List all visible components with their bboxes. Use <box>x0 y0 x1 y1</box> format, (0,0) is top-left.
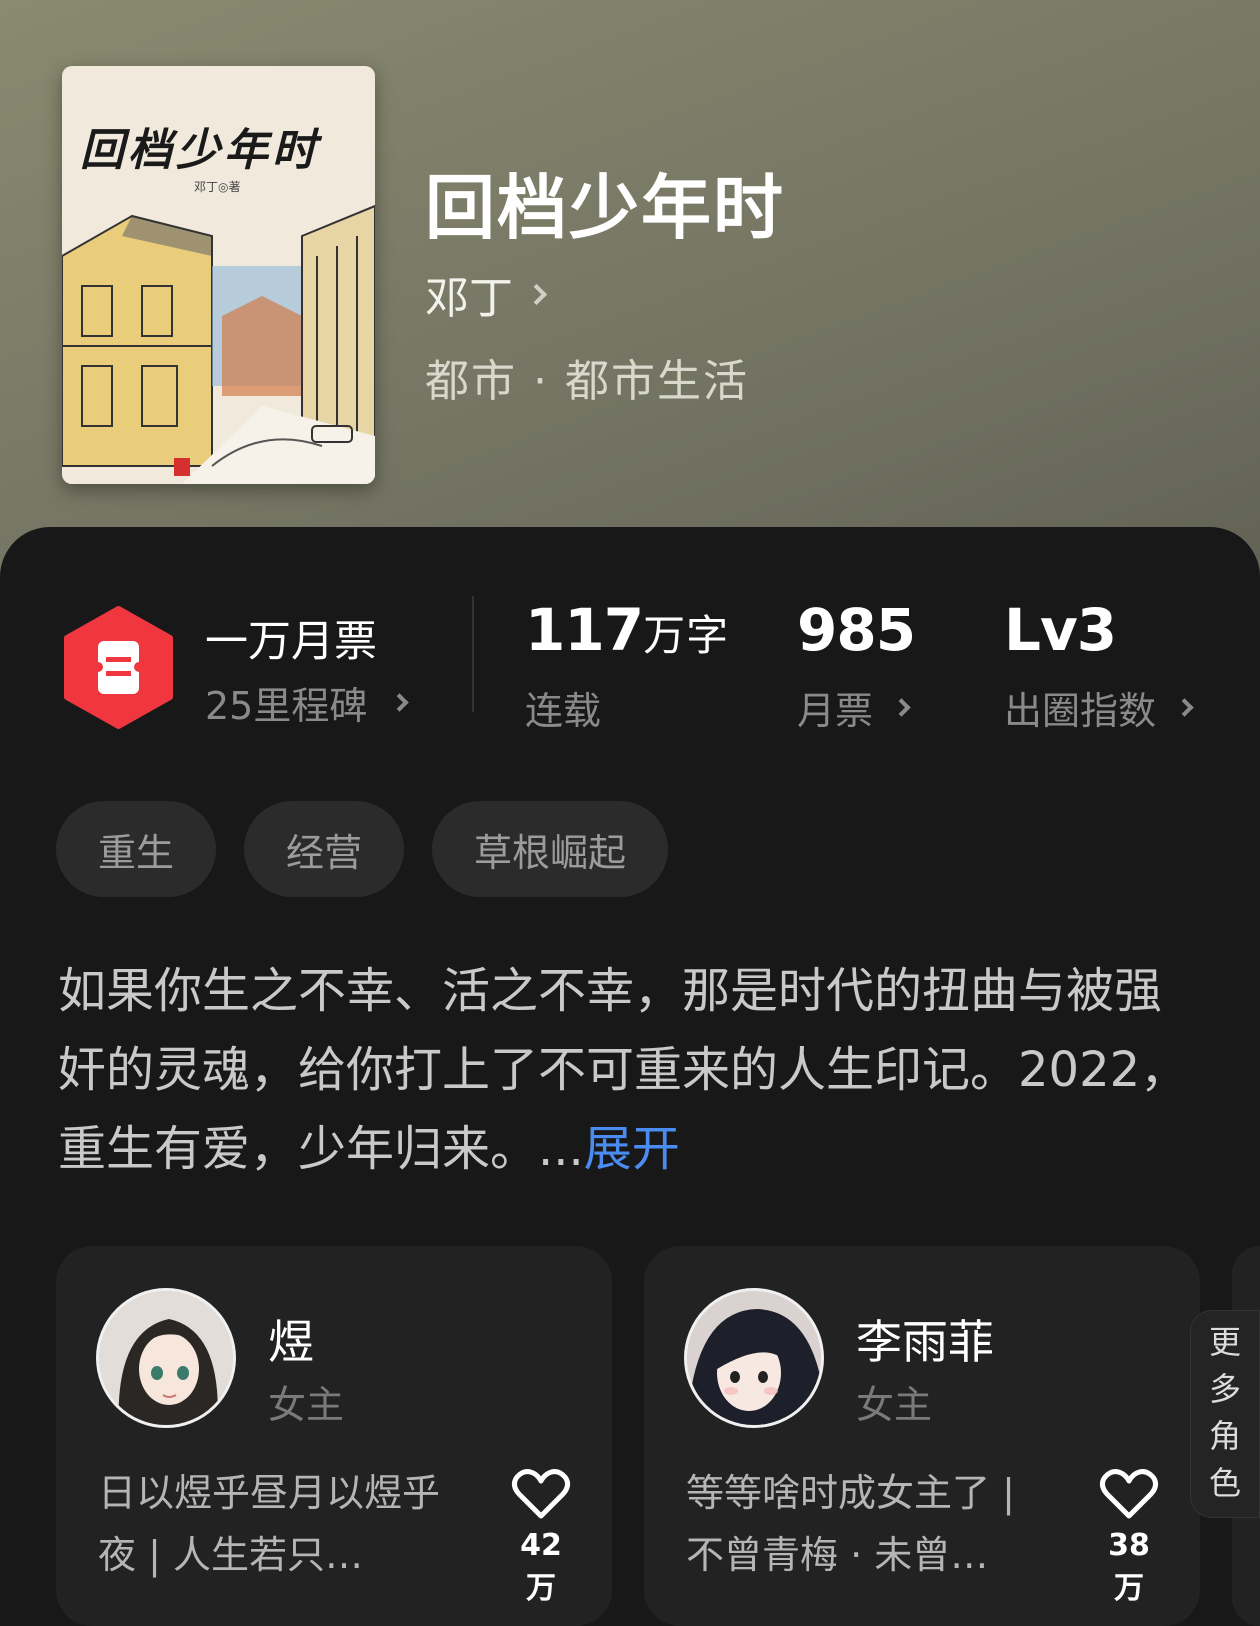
character-avatar <box>684 1288 824 1428</box>
heart-icon <box>511 1469 571 1519</box>
character-card[interactable]: 李雨菲 女主 等等啥时成女主了 | 不曾青梅 · 未曾… 38万 <box>644 1246 1200 1626</box>
like-count: 38万 <box>1108 1528 1150 1606</box>
character-description: 等等啥时成女主了 | 不曾青梅 · 未曾… <box>686 1471 1015 1577</box>
character-card[interactable]: 煜 女主 日以煜乎昼月以煜乎夜 | 人生若只… 42万 <box>56 1246 612 1626</box>
monthly-tickets-link[interactable]: 月票 <box>797 680 911 735</box>
more-characters-label: 更多角色 <box>1208 1323 1241 1502</box>
chevron-right-icon <box>525 283 548 305</box>
more-characters-button[interactable]: 更多角色 <box>1190 1310 1260 1518</box>
book-genre[interactable]: 都市 · 都市生活 <box>425 345 749 409</box>
author-name: 邓丁 <box>425 273 513 324</box>
popularity-level-value: Lv3 <box>1004 596 1117 664</box>
book-detail-page: 回档少年时 邓丁◎著 回档少年时 邓丁 都市 · 都市生活 一万月票 25里程碑… <box>0 0 1260 1626</box>
heart-icon <box>1099 1469 1159 1519</box>
character-role: 女主 <box>268 1383 345 1427</box>
milestone-link[interactable]: 25里程碑 <box>205 675 410 730</box>
monthly-tickets-label: 月票 <box>797 689 874 733</box>
cover-title: 回档少年时 <box>80 125 320 176</box>
synopsis[interactable]: 如果你生之不幸、活之不幸，那是时代的扭曲与被强奸的灵魂，给你打上了不可重来的人生… <box>58 952 1208 1189</box>
popularity-index-label: 出圈指数 <box>1004 689 1157 733</box>
chevron-right-icon <box>892 698 911 717</box>
like-button[interactable]: 42万 <box>506 1468 576 1607</box>
tag-chip[interactable]: 草根崛起 <box>432 801 669 897</box>
character-role: 女主 <box>856 1383 933 1427</box>
character-avatar <box>96 1288 236 1428</box>
word-count: 117万字 <box>525 596 729 664</box>
milestone-subtitle: 25里程碑 <box>205 684 368 728</box>
book-cover[interactable]: 回档少年时 邓丁◎著 <box>62 66 375 484</box>
word-count-value: 117 <box>525 596 644 664</box>
author-link[interactable]: 邓丁 <box>425 262 548 326</box>
cover-illustration <box>62 196 375 484</box>
monthly-tickets-value: 985 <box>797 596 916 664</box>
tag-list: 重生 经营 草根崛起 <box>56 801 669 897</box>
expand-link[interactable]: 展开 <box>584 1121 680 1177</box>
milestone-title[interactable]: 一万月票 <box>205 607 377 669</box>
chevron-right-icon <box>390 693 410 712</box>
cover-author: 邓丁◎著 <box>194 180 241 194</box>
milestone-ticket-icon[interactable] <box>62 605 175 730</box>
stats-divider <box>472 596 474 712</box>
like-button[interactable]: 38万 <box>1094 1468 1164 1607</box>
character-description: 日以煜乎昼月以煜乎夜 | 人生若只… <box>98 1471 441 1577</box>
popularity-index-link[interactable]: 出圈指数 <box>1004 680 1194 735</box>
book-title: 回档少年时 <box>425 166 785 249</box>
serial-status: 连载 <box>525 689 602 733</box>
character-name: 李雨菲 <box>856 1315 994 1369</box>
character-name: 煜 <box>268 1315 314 1369</box>
tag-chip[interactable]: 重生 <box>56 801 217 897</box>
like-count: 42万 <box>520 1528 562 1606</box>
chevron-right-icon <box>1175 698 1194 717</box>
word-count-label: 连载 <box>525 680 601 735</box>
word-count-unit: 万字 <box>643 611 730 660</box>
tag-chip[interactable]: 经营 <box>244 801 405 897</box>
